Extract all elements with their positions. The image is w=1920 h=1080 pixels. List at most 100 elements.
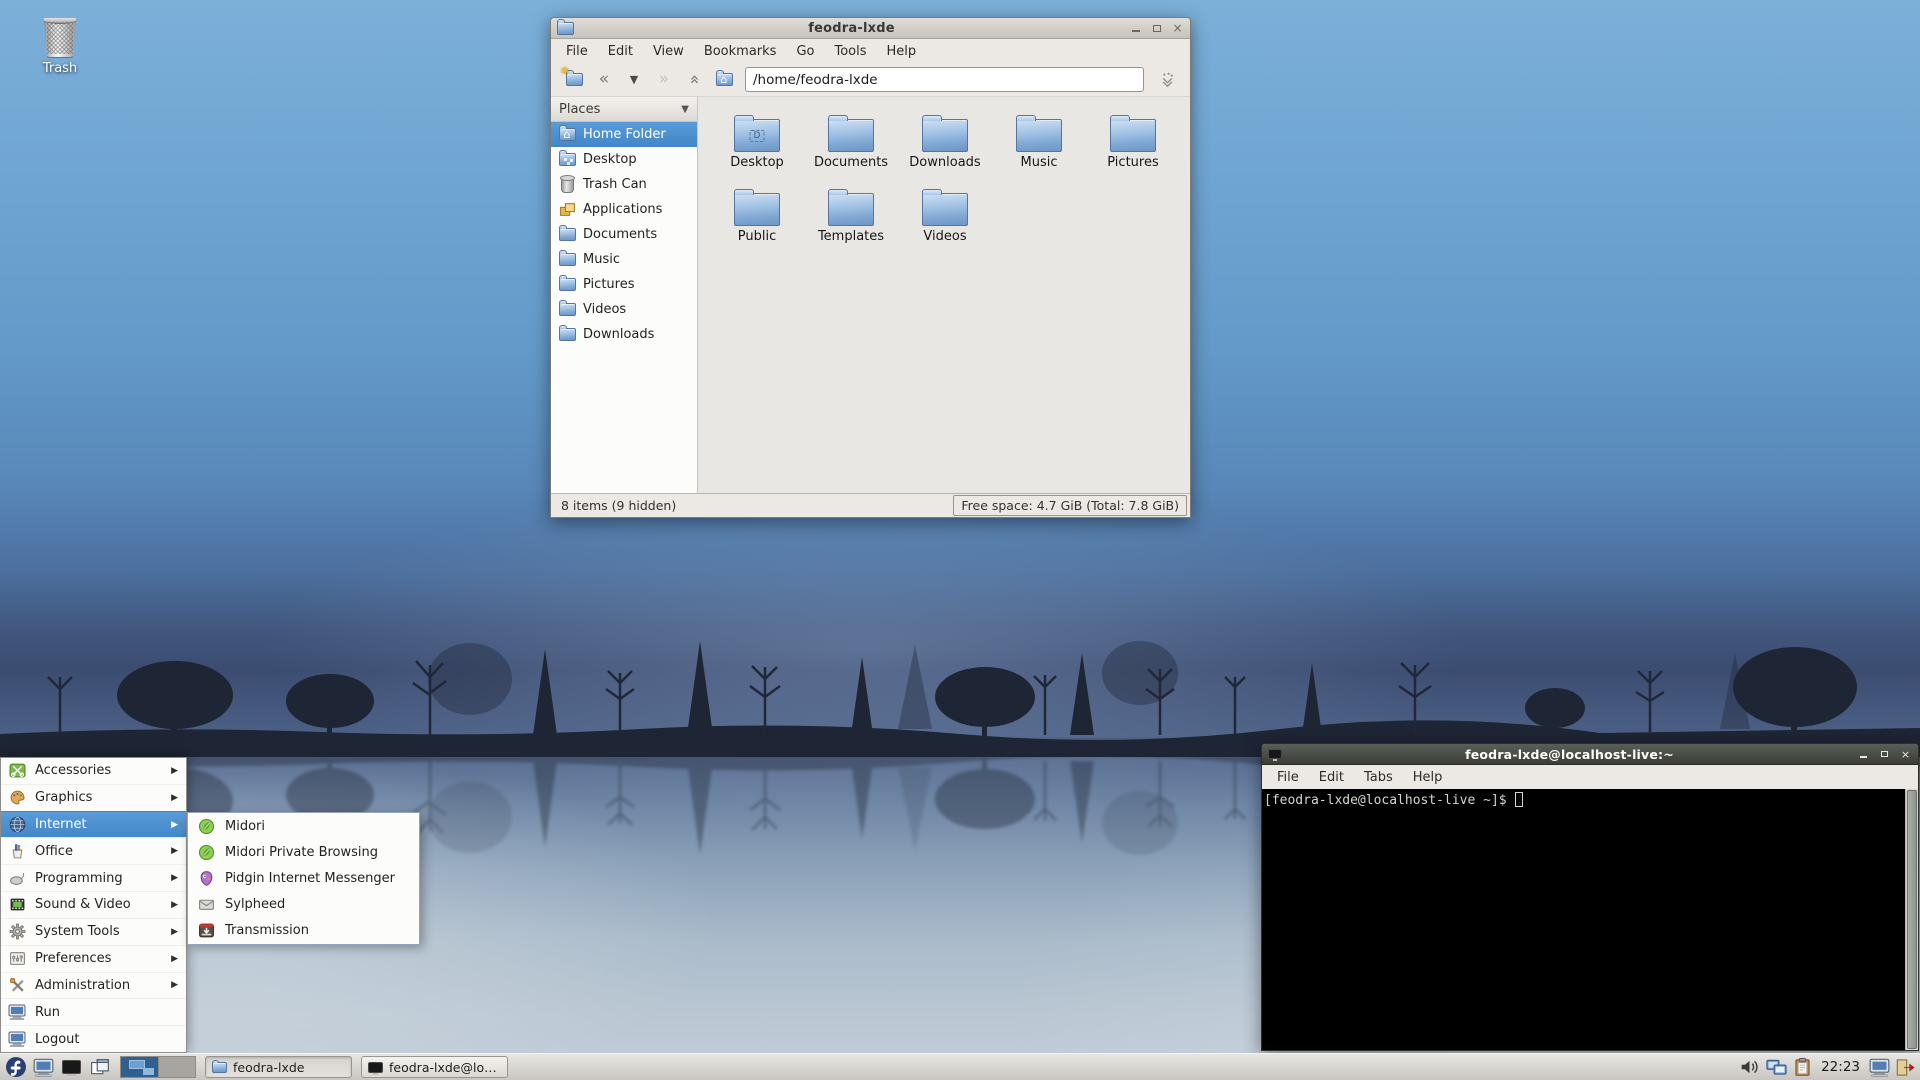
menu-file[interactable]: File bbox=[557, 42, 597, 61]
file-item-music[interactable]: Music bbox=[994, 113, 1084, 187]
applications-icon bbox=[559, 203, 575, 216]
file-manager-launcher[interactable] bbox=[31, 1055, 56, 1079]
jump-button[interactable] bbox=[1152, 67, 1182, 93]
menu-help[interactable]: Help bbox=[1404, 768, 1452, 787]
menu-tabs[interactable]: Tabs bbox=[1355, 768, 1402, 787]
internet-submenu: Midori Midori Private Browsing Pidgin In… bbox=[187, 812, 420, 945]
menu-help[interactable]: Help bbox=[878, 42, 926, 61]
menu-bookmarks[interactable]: Bookmarks bbox=[695, 42, 786, 61]
shell-prompt: [feodra-lxde@localhost-live ~]$ bbox=[1264, 793, 1507, 808]
terminal-launcher[interactable] bbox=[59, 1055, 84, 1079]
task-button-file-manager[interactable]: feodra-lxde bbox=[205, 1056, 352, 1078]
clipboard-icon[interactable] bbox=[1793, 1057, 1812, 1077]
file-item-templates[interactable]: Templates bbox=[806, 187, 896, 261]
up-button[interactable]: « bbox=[679, 67, 709, 93]
path-input[interactable] bbox=[745, 67, 1144, 92]
file-item-pictures[interactable]: Pictures bbox=[1088, 113, 1178, 187]
maximize-button[interactable] bbox=[1878, 748, 1891, 761]
chevron-down-icon: ▼ bbox=[629, 73, 639, 86]
sidebar-item-downloads[interactable]: Downloads bbox=[551, 322, 697, 347]
close-button[interactable]: × bbox=[1171, 21, 1184, 35]
menu-edit[interactable]: Edit bbox=[599, 42, 642, 61]
menu-item-programming[interactable]: Programming ▶ bbox=[1, 864, 186, 891]
folder-icon bbox=[1016, 115, 1062, 152]
trash-icon bbox=[559, 174, 575, 193]
taskbar-clock[interactable]: 22:23 bbox=[1821, 1059, 1860, 1075]
forward-button[interactable]: » bbox=[649, 67, 679, 93]
file-item-documents[interactable]: Documents bbox=[806, 113, 896, 187]
menu-item-sound-video[interactable]: Sound & Video ▶ bbox=[1, 891, 186, 918]
menu-item-graphics[interactable]: Graphics ▶ bbox=[1, 783, 186, 811]
submenu-item-midori[interactable]: Midori bbox=[188, 813, 419, 839]
sidebar-item-home-folder[interactable]: Home Folder bbox=[551, 122, 697, 147]
desktop-trash-icon[interactable]: Trash bbox=[24, 12, 96, 76]
menu-edit[interactable]: Edit bbox=[1310, 768, 1353, 787]
menu-item-accessories[interactable]: Accessories ▶ bbox=[1, 758, 186, 784]
menu-go[interactable]: Go bbox=[787, 42, 823, 61]
sidebar-item-applications[interactable]: Applications bbox=[551, 197, 697, 222]
file-manager-menubar: File Edit View Bookmarks Go Tools Help bbox=[551, 39, 1190, 63]
submenu-item-transmission[interactable]: Transmission bbox=[188, 918, 419, 944]
folder-icon bbox=[922, 189, 968, 226]
minimize-button[interactable] bbox=[1857, 748, 1870, 761]
submenu-arrow-icon: ▶ bbox=[171, 765, 178, 776]
maximize-button[interactable] bbox=[1150, 22, 1163, 35]
file-item-downloads[interactable]: Downloads bbox=[900, 113, 990, 187]
logout-door-icon[interactable] bbox=[1895, 1058, 1916, 1077]
home-button[interactable] bbox=[709, 67, 739, 93]
task-button-terminal[interactable]: feodra-lxde@loc... bbox=[361, 1056, 508, 1078]
terminal-titlebar[interactable]: feodra-lxde@localhost-live:~ × bbox=[1262, 744, 1918, 765]
sidebar-item-desktop[interactable]: Desktop bbox=[551, 147, 697, 172]
volume-icon[interactable] bbox=[1739, 1058, 1760, 1076]
sidebar-item-trash-can[interactable]: Trash Can bbox=[551, 172, 697, 197]
new-tab-button[interactable]: * bbox=[559, 64, 589, 93]
display-icon[interactable] bbox=[1869, 1058, 1890, 1077]
close-button[interactable]: × bbox=[1899, 748, 1912, 761]
run-icon bbox=[8, 1004, 26, 1021]
sidebar-item-music[interactable]: Music bbox=[551, 247, 697, 272]
window-title: feodra-lxde bbox=[808, 20, 895, 36]
network-icon[interactable] bbox=[1765, 1058, 1788, 1077]
menu-item-internet[interactable]: Internet ▶ bbox=[1, 810, 186, 838]
menu-file[interactable]: File bbox=[1268, 768, 1308, 787]
workspace-2[interactable] bbox=[158, 1057, 195, 1077]
file-item-desktop[interactable]: Desktop bbox=[712, 113, 802, 187]
minimize-button[interactable] bbox=[1129, 22, 1142, 35]
start-menu-button[interactable] bbox=[3, 1055, 28, 1079]
terminal-screen[interactable]: [feodra-lxde@localhost-live ~]$ bbox=[1262, 789, 1905, 1050]
wallpaper-trees bbox=[0, 607, 1920, 757]
sidebar-item-pictures[interactable]: Pictures bbox=[551, 272, 697, 297]
system-tray: 22:23 bbox=[1739, 1057, 1916, 1077]
programming-icon bbox=[9, 872, 24, 885]
menu-item-preferences[interactable]: Preferences ▶ bbox=[1, 944, 186, 972]
menu-tools[interactable]: Tools bbox=[825, 42, 875, 61]
file-manager-titlebar[interactable]: feodra-lxde × bbox=[551, 18, 1190, 39]
sidebar-item-videos[interactable]: Videos bbox=[551, 297, 697, 322]
history-dropdown-button[interactable]: ▼ bbox=[619, 67, 649, 93]
start-menu: Accessories ▶ Graphics ▶ Internet ▶ Office ▶… bbox=[0, 757, 187, 1053]
terminal-icon bbox=[368, 1061, 383, 1075]
folder-icon bbox=[558, 300, 576, 316]
terminal-title: feodra-lxde@localhost-live:~ bbox=[1465, 746, 1674, 762]
terminal-menubar: File Edit Tabs Help bbox=[1262, 765, 1918, 789]
submenu-item-midori-private[interactable]: Midori Private Browsing bbox=[188, 839, 419, 865]
scrollbar-thumb[interactable] bbox=[1907, 790, 1917, 1049]
file-item-public[interactable]: Public bbox=[712, 187, 802, 261]
menu-item-administration[interactable]: Administration ▶ bbox=[1, 971, 186, 999]
iconify-windows-button[interactable] bbox=[87, 1055, 112, 1079]
menu-item-logout[interactable]: Logout bbox=[1, 1025, 186, 1052]
back-button[interactable]: « bbox=[589, 67, 619, 93]
menu-view[interactable]: View bbox=[644, 42, 693, 61]
terminal-scrollbar[interactable] bbox=[1905, 789, 1918, 1050]
workspace-1[interactable] bbox=[121, 1057, 158, 1077]
submenu-item-pidgin[interactable]: Pidgin Internet Messenger bbox=[188, 865, 419, 891]
menu-item-system-tools[interactable]: System Tools ▶ bbox=[1, 917, 186, 945]
places-selector[interactable]: Places ▼ bbox=[551, 97, 697, 122]
sidebar-item-documents[interactable]: Documents bbox=[551, 222, 697, 247]
menu-item-office[interactable]: Office ▶ bbox=[1, 837, 186, 864]
file-item-videos[interactable]: Videos bbox=[900, 187, 990, 261]
submenu-item-sylpheed[interactable]: Sylpheed bbox=[188, 892, 419, 918]
menu-item-run[interactable]: Run bbox=[1, 998, 186, 1025]
taskbar: feodra-lxde feodra-lxde@loc... 22:23 bbox=[0, 1053, 1920, 1080]
internet-icon bbox=[9, 816, 25, 833]
